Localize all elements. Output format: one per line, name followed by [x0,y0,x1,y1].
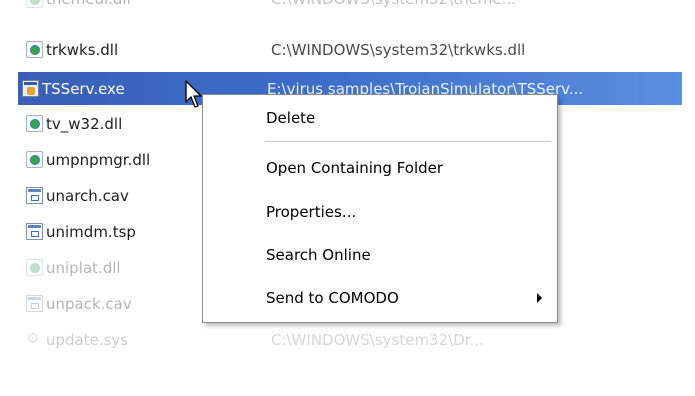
menu-item-label: Search Online [266,246,371,264]
menu-item-send-to-comodo[interactable]: Send to COMODO [204,279,556,317]
file-name: update.sys [46,330,129,349]
dll-file-icon [26,259,43,276]
file-name: themeui.dll [46,0,271,8]
data-file-icon [26,223,43,240]
table-row[interactable]: themeui.dllC:\WINDOWS\system32\theme... [22,0,682,14]
menu-item-label: Send to COMODO [266,289,399,307]
menu-separator [265,141,551,142]
context-menu: Delete Open Containing Folder Properties… [202,94,558,323]
dll-file-icon [26,41,43,58]
menu-item-delete[interactable]: Delete [204,99,556,137]
file-path: C:\WINDOWS\system32\trkwks.dll [271,40,526,59]
menu-item-search-online[interactable]: Search Online [204,236,556,274]
table-row[interactable]: trkwks.dll C:\WINDOWS\system32\trkwks.dll [22,33,682,66]
file-name: trkwks.dll [46,40,119,59]
menu-item-properties[interactable]: Properties... [204,193,556,231]
system-file-icon [26,329,43,348]
menu-item-label: Delete [266,109,316,127]
dll-file-icon [26,0,43,8]
menu-item-label: Properties... [266,203,357,221]
dll-file-icon [26,151,43,168]
menu-item-open-containing-folder[interactable]: Open Containing Folder [204,149,556,187]
data-file-icon [26,187,43,204]
data-file-icon [26,295,43,312]
submenu-arrow-icon [537,293,542,303]
file-path: C:\WINDOWS\system32\Dr... [271,330,484,349]
file-path: C:\WINDOWS\system32\theme... [271,0,516,8]
table-row[interactable]: update.sys C:\WINDOWS\system32\Dr... [22,323,682,356]
menu-item-label: Open Containing Folder [266,159,444,177]
dll-file-icon [26,115,43,132]
executable-file-icon [22,80,39,97]
